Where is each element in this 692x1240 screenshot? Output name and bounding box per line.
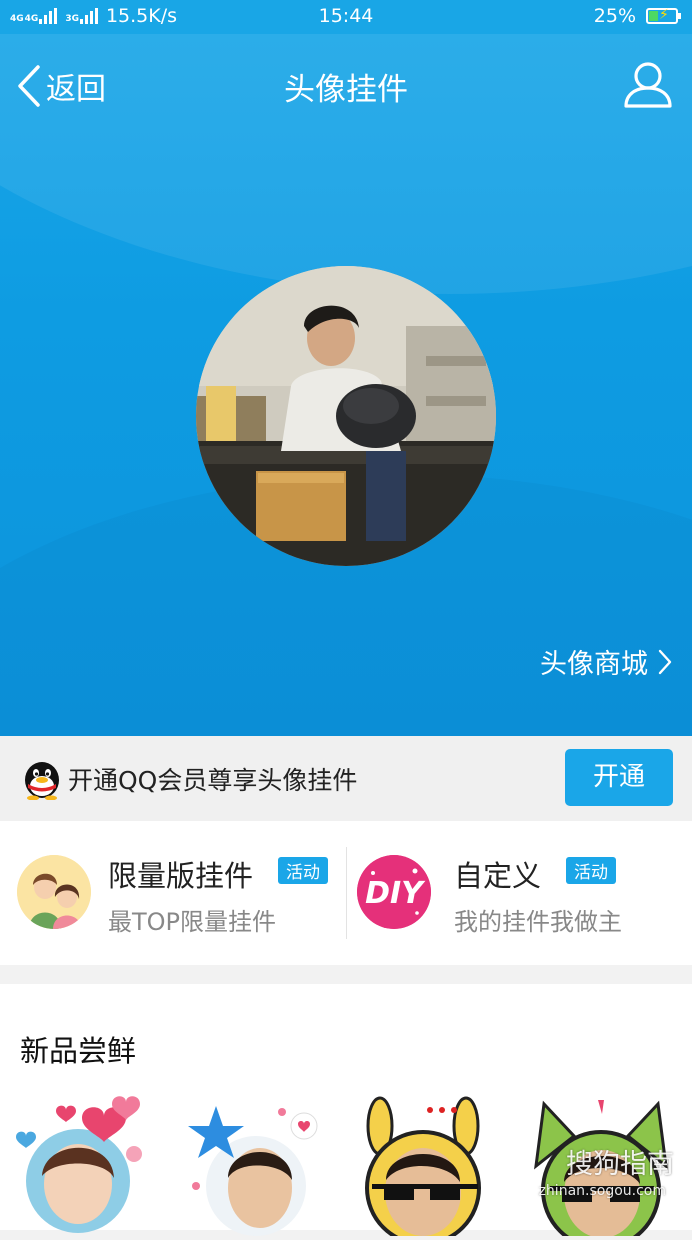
user-avatar[interactable] xyxy=(196,266,496,566)
limited-pendant-title: 限量版挂件 xyxy=(108,859,254,893)
diy-icon: DIY xyxy=(357,855,431,929)
status-right: 25% ⚡ xyxy=(593,5,681,27)
couple-illustration-icon xyxy=(17,855,91,929)
pendant-item-star-ribbon[interactable] xyxy=(186,1096,336,1236)
vip-promo-text: 开通QQ会员尊享头像挂件 xyxy=(68,766,358,795)
activity-badge: 活动 xyxy=(278,857,328,884)
watermark-url: zhinan.sogou.com xyxy=(538,1183,666,1199)
limited-pendant-entry[interactable]: 限量版挂件 活动 最TOP限量挂件 xyxy=(0,821,346,965)
battery-percent: 25% xyxy=(593,5,636,27)
avatar-mall-link[interactable]: 头像商城 xyxy=(540,642,672,681)
star-ribbon-frame-icon xyxy=(188,1106,318,1236)
custom-pendant-subtitle: 我的挂件我做主 xyxy=(454,908,622,936)
avatar-mall-label: 头像商城 xyxy=(540,649,648,680)
battery-icon: ⚡ xyxy=(646,7,681,24)
avatar-photo xyxy=(196,266,496,566)
clock: 15:44 xyxy=(318,5,374,27)
open-vip-button[interactable]: 开通 xyxy=(565,749,673,806)
chevron-right-icon xyxy=(658,649,672,674)
watermark-logo: 搜狗指南 xyxy=(566,1149,674,1180)
pendant-item-bunny-sunglasses[interactable] xyxy=(356,1096,506,1240)
feature-panel: 限量版挂件 活动 最TOP限量挂件 DIY 自定义 活动 我的挂件我做主 xyxy=(0,821,692,965)
bunny-sunglasses-frame-icon xyxy=(365,1096,481,1240)
pendant-item-heart-balloon[interactable] xyxy=(16,1096,166,1236)
custom-pendant-title: 自定义 xyxy=(454,859,542,893)
limited-pendant-subtitle: 最TOP限量挂件 xyxy=(108,908,277,936)
svg-text:DIY: DIY xyxy=(365,876,426,911)
page-title: 头像挂件 xyxy=(284,72,408,108)
custom-pendant-entry[interactable]: DIY 自定义 活动 我的挂件我做主 xyxy=(346,821,692,965)
heart-balloon-frame-icon xyxy=(16,1096,142,1233)
section-title: 新品尝鲜 xyxy=(20,1034,137,1068)
qq-penguin-icon xyxy=(25,762,59,800)
status-bar: 4G 4G 3G 15.5K/s 15:44 25% ⚡ xyxy=(0,0,692,34)
hero-section: 返回 头像挂件 头像商城 xyxy=(0,34,692,736)
user-icon[interactable] xyxy=(622,58,674,110)
activity-badge: 活动 xyxy=(566,857,616,884)
vip-banner: 开通QQ会员尊享头像挂件 开通 xyxy=(0,736,692,821)
